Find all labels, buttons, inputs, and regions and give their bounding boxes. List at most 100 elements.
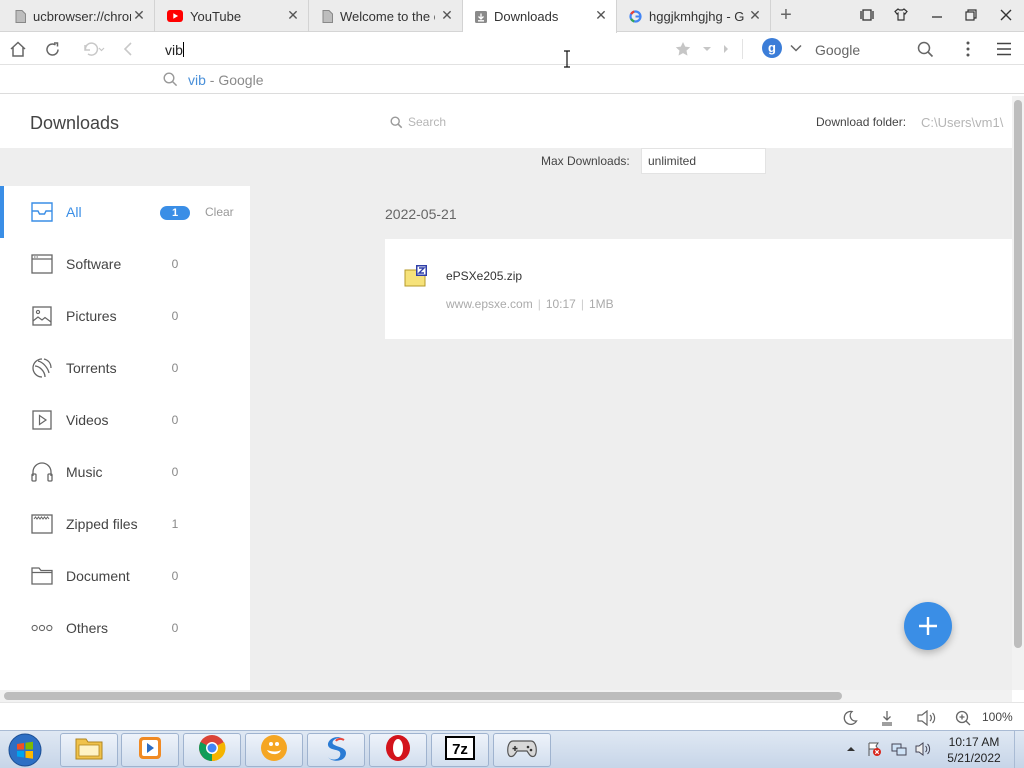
category-others[interactable]: Others 0	[0, 602, 250, 654]
search-placeholder: Search	[408, 115, 447, 129]
taskbar-media-player[interactable]	[121, 733, 179, 767]
tab-close-icon[interactable]: ✕	[440, 8, 454, 22]
search-icon	[163, 72, 178, 87]
network-icon[interactable]	[891, 741, 907, 757]
tab-google[interactable]: hggjkmhgjhg - Google ✕	[617, 0, 771, 32]
tab-close-icon[interactable]: ✕	[286, 8, 300, 22]
search-engine-label[interactable]: Google	[815, 42, 860, 58]
max-downloads-select[interactable]: unlimited	[641, 148, 766, 174]
taskbar-opera[interactable]	[369, 733, 427, 767]
page-title: Downloads	[30, 113, 120, 133]
downloads-page: Downloads Search Download folder: C:\Use…	[0, 96, 1012, 690]
show-desktop-button[interactable]	[1014, 731, 1024, 768]
tab-list-icon[interactable]	[856, 6, 878, 26]
download-icon[interactable]	[878, 709, 896, 727]
undo-close-button[interactable]	[80, 39, 106, 59]
tab-title: Welcome to the official	[340, 8, 435, 24]
suggestion-rest: - Google	[205, 72, 264, 88]
taskbar-chrome[interactable]	[183, 733, 241, 767]
opera-icon	[384, 734, 412, 767]
address-input[interactable]: vib	[160, 39, 660, 61]
download-item[interactable]: ePSXe205.zip www.epsxe.com | 10:17 | 1MB	[385, 239, 1012, 339]
category-count: 0	[171, 361, 179, 375]
horizontal-scrollbar[interactable]	[0, 690, 1012, 702]
category-videos[interactable]: Videos 0	[0, 394, 250, 446]
back-button[interactable]	[118, 39, 138, 59]
tab-close-icon[interactable]: ✕	[594, 8, 608, 22]
inbox-icon	[31, 201, 53, 223]
headphones-icon	[31, 461, 53, 483]
taskbar-7zip[interactable]: 7z	[431, 733, 489, 767]
category-torrents[interactable]: Torrents 0	[0, 342, 250, 394]
category-count: 0	[171, 309, 179, 323]
address-suggestion[interactable]: vib - Google	[0, 66, 1024, 94]
text-caret	[182, 42, 184, 57]
file-source: www.epsxe.com	[446, 297, 533, 311]
file-name[interactable]: ePSXe205.zip	[446, 269, 522, 283]
zoom-in-icon[interactable]	[954, 709, 972, 727]
tab-youtube[interactable]: YouTube ✕	[155, 0, 309, 32]
taskbar-explorer[interactable]	[60, 733, 118, 767]
tab-welcome[interactable]: Welcome to the official ✕	[309, 0, 463, 32]
taskbar-browser[interactable]	[307, 733, 365, 767]
taskbar-gamepad[interactable]	[493, 733, 551, 767]
tab-close-icon[interactable]: ✕	[748, 8, 762, 22]
category-music[interactable]: Music 0	[0, 446, 250, 498]
download-folder-label: Download folder:	[816, 115, 907, 129]
suggestion-term: vib	[188, 72, 206, 88]
home-button[interactable]	[8, 39, 28, 59]
window-icon	[31, 253, 53, 275]
tab-close-icon[interactable]: ✕	[132, 8, 146, 22]
new-tab-button[interactable]: +	[776, 5, 796, 26]
minimize-button[interactable]	[926, 6, 948, 26]
category-pictures[interactable]: Pictures 0	[0, 290, 250, 342]
bookmark-dropdown-icon[interactable]	[697, 39, 717, 59]
volume-icon[interactable]	[916, 709, 938, 727]
category-label: Music	[66, 464, 103, 480]
maximize-button[interactable]	[960, 6, 982, 26]
tab-ucbrowser[interactable]: ucbrowser://chrome ✕	[0, 0, 155, 32]
category-zipped-files[interactable]: Zipped files 1	[0, 498, 250, 550]
downloads-search-input[interactable]: Search	[390, 115, 446, 129]
category-label: Software	[66, 256, 122, 272]
search-icon[interactable]	[915, 39, 935, 59]
zip-file-icon	[404, 264, 428, 288]
google-icon	[629, 9, 642, 23]
explorer-icon	[74, 735, 104, 766]
media-player-icon	[136, 735, 164, 766]
scroll-thumb[interactable]	[4, 692, 842, 700]
7zip-icon: 7z	[445, 735, 475, 765]
vertical-scrollbar[interactable]	[1012, 96, 1024, 690]
night-mode-icon[interactable]	[841, 709, 859, 727]
close-window-button[interactable]	[995, 6, 1017, 26]
reload-button[interactable]	[42, 39, 62, 59]
menu-icon[interactable]	[994, 39, 1014, 59]
tray-expand-icon[interactable]	[843, 741, 859, 757]
file-size: 1MB	[588, 297, 614, 311]
chrome-icon	[198, 734, 226, 767]
category-software[interactable]: Software 0	[0, 238, 250, 290]
category-document[interactable]: Document 0	[0, 550, 250, 602]
skin-icon[interactable]	[890, 6, 912, 26]
address-toolbar: vib g Google	[0, 33, 1024, 65]
tab-title: ucbrowser://chrome	[33, 8, 131, 24]
download-folder-path[interactable]: C:\Users\vm1\	[921, 115, 1012, 130]
svg-text:7z: 7z	[452, 741, 468, 758]
action-center-icon[interactable]	[866, 741, 882, 757]
start-button[interactable]	[6, 733, 44, 767]
search-engine-selector[interactable]: g	[762, 38, 802, 58]
more-vertical-icon[interactable]	[958, 39, 978, 59]
add-download-button[interactable]	[904, 602, 952, 650]
volume-icon[interactable]	[915, 741, 931, 757]
bookmark-star-icon[interactable]	[673, 39, 693, 59]
forward-small-icon[interactable]	[716, 39, 736, 59]
category-all[interactable]: All 1 Clear	[0, 186, 250, 238]
clear-button[interactable]: Clear	[205, 205, 234, 219]
scroll-thumb[interactable]	[1014, 100, 1022, 648]
taskbar-uc-browser[interactable]	[245, 733, 303, 767]
taskbar-clock[interactable]: 10:17 AM 5/21/2022	[944, 734, 1004, 766]
tab-downloads[interactable]: Downloads ✕	[463, 0, 617, 33]
search-icon	[390, 115, 403, 129]
zoom-level[interactable]: 100%	[982, 710, 1013, 724]
download-icon	[475, 10, 487, 23]
